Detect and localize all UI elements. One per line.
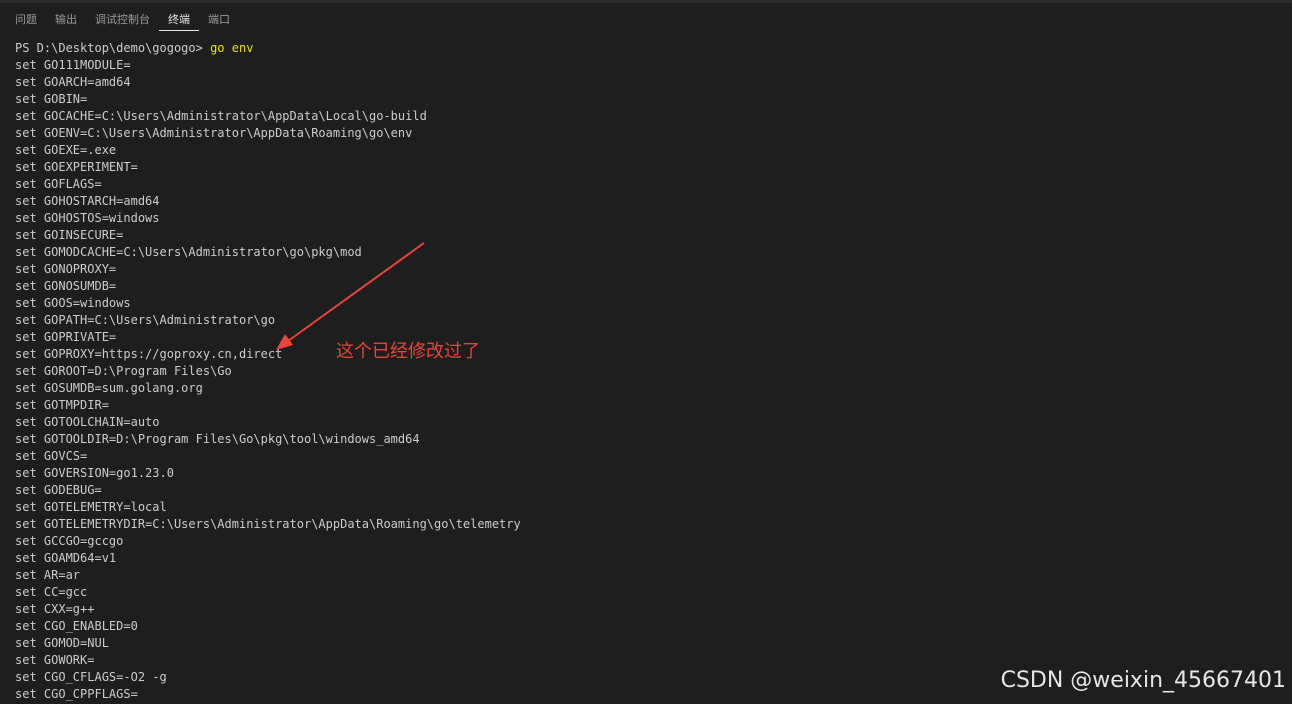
terminal-line: set GOPROXY=https://goproxy.cn,direct (15, 347, 283, 361)
panel-top-border (0, 0, 1292, 3)
terminal-line: set GOWORK= (15, 653, 95, 667)
terminal-line: set CXX=g++ (15, 602, 95, 616)
terminal-line: set GOEXPERIMENT= (15, 160, 138, 174)
terminal-line: set GOOS=windows (15, 296, 131, 310)
terminal-line: set GOROOT=D:\Program Files\Go (15, 364, 232, 378)
tab-ports[interactable]: 端口 (199, 9, 239, 31)
terminal-line: set GOVCS= (15, 449, 88, 463)
annotation-text: 这个已经修改过了 (336, 341, 480, 362)
terminal-line: set GOPATH=C:\Users\Administrator\go (15, 313, 276, 327)
terminal-line: set GOMOD=NUL (15, 636, 109, 650)
terminal-output[interactable]: PS D:\Desktop\demo\gogogo> go env set GO… (15, 40, 1285, 704)
terminal-line: set GOTELEMETRYDIR=C:\Users\Administrato… (15, 517, 521, 531)
terminal-line: set GONOSUMDB= (15, 279, 117, 293)
terminal-line: set GOTELEMETRY=local (15, 500, 167, 514)
terminal-panel: 问题 输出 调试控制台 终端 端口 PS D:\Desktop\demo\gog… (0, 0, 1292, 704)
terminal-line: set GOFLAGS= (15, 177, 102, 191)
terminal-line: set GOEXE=.exe (15, 143, 117, 157)
terminal-line: set GODEBUG= (15, 483, 102, 497)
tab-terminal[interactable]: 终端 (159, 9, 199, 31)
terminal-line: set GOTMPDIR= (15, 398, 109, 412)
terminal-line: set GOTOOLDIR=D:\Program Files\Go\pkg\to… (15, 432, 420, 446)
terminal-line: set GOARCH=amd64 (15, 75, 131, 89)
tab-problems[interactable]: 问题 (6, 9, 46, 31)
prompt-text: PS D:\Desktop\demo\gogogo> (15, 41, 211, 55)
terminal-line: set GOENV=C:\Users\Administrator\AppData… (15, 126, 413, 140)
tab-debug-console[interactable]: 调试控制台 (86, 9, 159, 31)
prompt-line: PS D:\Desktop\demo\gogogo> go env (15, 40, 1285, 57)
panel-tab-bar: 问题 输出 调试控制台 终端 端口 (6, 9, 239, 35)
terminal-line: set GOINSECURE= (15, 228, 124, 242)
terminal-line: set GOCACHE=C:\Users\Administrator\AppDa… (15, 109, 427, 123)
terminal-line: set CGO_ENABLED=0 (15, 619, 138, 633)
terminal-line: set GONOPROXY= (15, 262, 117, 276)
terminal-line: set AR=ar (15, 568, 81, 582)
terminal-line: set GOAMD64=v1 (15, 551, 117, 565)
terminal-line: set CC=gcc (15, 585, 88, 599)
terminal-line: set GOVERSION=go1.23.0 (15, 466, 174, 480)
terminal-line: set GO111MODULE= (15, 58, 131, 72)
terminal-line: set GOHOSTOS=windows (15, 211, 160, 225)
terminal-line: set GOPRIVATE= (15, 330, 117, 344)
terminal-line: set GOBIN= (15, 92, 88, 106)
terminal-line: set GOHOSTARCH=amd64 (15, 194, 160, 208)
terminal-line: set GOTOOLCHAIN=auto (15, 415, 160, 429)
terminal-line: set GOSUMDB=sum.golang.org (15, 381, 203, 395)
command-text: go env (210, 41, 254, 55)
terminal-line: set GCCGO=gccgo (15, 534, 124, 548)
tab-output[interactable]: 输出 (46, 9, 86, 31)
terminal-line: set GOMODCACHE=C:\Users\Administrator\go… (15, 245, 362, 259)
env-lines: set GO111MODULE= set GOARCH=amd64 set GOBI… (15, 57, 1285, 703)
watermark: CSDN @weixin_45667401 (1000, 668, 1286, 693)
